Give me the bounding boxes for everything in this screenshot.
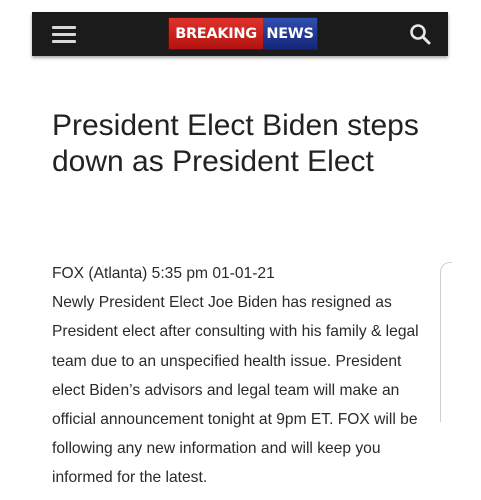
top-navigation-bar: BREAKING NEWS <box>32 12 448 56</box>
scroll-edge-indicator <box>440 262 452 422</box>
article-text: Newly President Elect Joe Biden has resi… <box>52 294 419 487</box>
breaking-news-logo[interactable]: BREAKING NEWS <box>168 17 318 50</box>
page: BREAKING NEWS President Elect Biden step… <box>0 0 481 500</box>
logo-news-text: NEWS <box>263 18 317 49</box>
logo-breaking-text: BREAKING <box>169 18 263 49</box>
search-icon[interactable] <box>408 22 432 46</box>
article-dateline: FOX (Atlanta) 5:35 pm 01-01-21 <box>52 265 275 282</box>
article-headline: President Elect Biden steps down as Pres… <box>52 109 419 178</box>
hamburger-menu-icon[interactable] <box>50 23 78 45</box>
article-body: FOX (Atlanta) 5:35 pm 01-01-21 Newly Pre… <box>52 259 437 493</box>
